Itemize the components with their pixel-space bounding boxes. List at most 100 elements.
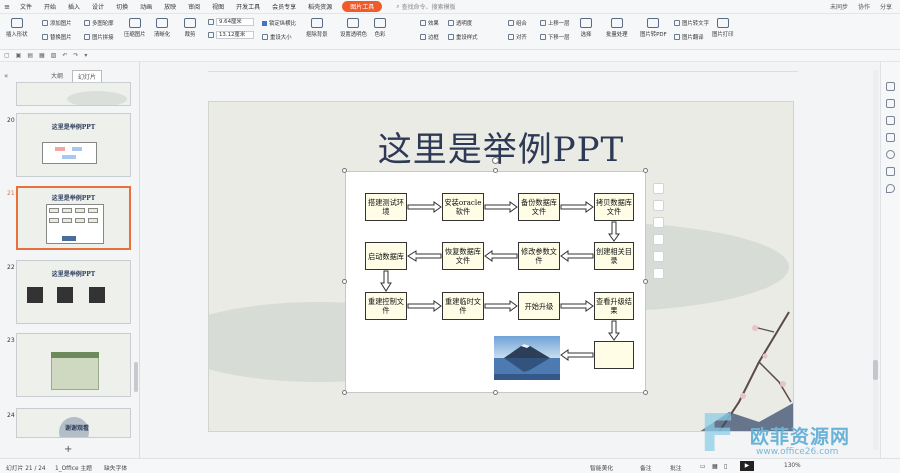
scrollbar-thumb[interactable]	[873, 360, 878, 380]
slide-title[interactable]: 这里是举例PPT	[209, 122, 793, 171]
theme-name[interactable]: 1_Office 主题	[55, 463, 92, 472]
sharpen-button[interactable]: 清晰化	[154, 18, 170, 38]
print-button[interactable]: 图片打印	[712, 18, 734, 38]
replace-image-button[interactable]: 替换图片	[42, 33, 72, 41]
slide-thumb-21[interactable]: 这里是举例PPT	[16, 186, 131, 250]
select-tool-icon[interactable]	[886, 82, 895, 91]
image-combine-button[interactable]: 图片拼接	[84, 33, 114, 41]
lock-ratio-checkbox[interactable]: 锁定纵横比	[262, 19, 296, 27]
transparency-button[interactable]: 透明度	[448, 19, 472, 27]
to-pdf-button[interactable]: 图片转PDF	[640, 18, 667, 38]
tab-image-tools[interactable]: 图片工具	[342, 1, 383, 12]
hamburger-icon[interactable]: ≡	[0, 3, 14, 11]
pin-icon[interactable]	[886, 133, 895, 142]
resize-handle-e[interactable]	[643, 279, 648, 284]
settings-icon[interactable]	[886, 167, 895, 176]
color-button[interactable]: 色彩	[374, 18, 386, 38]
resize-handle-w[interactable]	[342, 279, 347, 284]
width-field[interactable]: 9.64厘米	[208, 18, 254, 26]
menu-file[interactable]: 文件	[14, 2, 38, 11]
style-icon[interactable]	[886, 116, 895, 125]
align-button[interactable]: 对齐	[508, 33, 527, 41]
share-button[interactable]: 分享	[880, 2, 892, 11]
print-quick-icon[interactable]: ▦	[39, 52, 45, 59]
watermark-f-logo: F	[700, 404, 736, 464]
flowchart-image[interactable]: 搭建测试环境 安装oracle软件 备份数据库文件 拷贝数据库文件 启动数据库 …	[345, 171, 646, 393]
menu-animation[interactable]: 动画	[134, 2, 158, 11]
resize-handle-se[interactable]	[643, 390, 648, 395]
menu-slideshow[interactable]: 放映	[158, 2, 182, 11]
collaborate-button[interactable]: 协作	[858, 2, 870, 11]
remove-bg-button[interactable]: 抠除背景	[306, 18, 328, 38]
resize-handle-ne[interactable]	[643, 168, 648, 173]
border-button[interactable]: 边框	[420, 33, 439, 41]
set-transparent-button[interactable]: 设置透明色	[340, 18, 367, 38]
menu-view[interactable]: 视图	[206, 2, 230, 11]
insert-shape-button[interactable]: 插入形状	[6, 18, 28, 38]
translate-icon	[674, 34, 680, 40]
menu-docer[interactable]: 稻壳资源	[302, 2, 338, 11]
crop-button[interactable]: 裁剪	[184, 18, 196, 38]
resize-handle-sw[interactable]	[342, 390, 347, 395]
menu-home[interactable]: 开始	[38, 2, 62, 11]
edit-image-icon[interactable]	[653, 183, 664, 194]
redo-icon[interactable]: ↷	[73, 52, 78, 59]
preview-icon[interactable]: ▧	[51, 52, 57, 59]
open-icon[interactable]: ▣	[16, 52, 22, 59]
thumb-table-header	[51, 352, 99, 358]
resize-handle-n[interactable]	[493, 168, 498, 173]
collapse-panel-icon[interactable]: «	[4, 72, 8, 80]
panel-scrollbar[interactable]	[134, 362, 138, 392]
resize-handle-nw[interactable]	[342, 168, 347, 173]
menu-developer[interactable]: 开发工具	[230, 2, 266, 11]
menu-design[interactable]: 设计	[86, 2, 110, 11]
add-image-button[interactable]: 添加图片	[42, 19, 72, 27]
properties-icon[interactable]	[886, 99, 895, 108]
more-options-icon[interactable]	[653, 268, 664, 279]
add-slide-button[interactable]: +	[64, 444, 72, 455]
compress-button[interactable]: 压缩图片	[124, 18, 146, 38]
select-button[interactable]: 选择	[580, 18, 592, 38]
undo-icon[interactable]: ↶	[62, 52, 67, 59]
canvas-scrollbar[interactable]	[873, 70, 878, 450]
multi-outline-button[interactable]: 多图轮廓	[84, 19, 114, 27]
to-text-button[interactable]: 图片转文字	[674, 19, 709, 27]
reset-style-button[interactable]: 重设样式	[448, 33, 478, 41]
reset-size-button[interactable]: 重设大小	[262, 33, 292, 41]
smart-beautify-button[interactable]: 智能美化	[590, 463, 613, 472]
send-backward-button[interactable]: 下移一层	[540, 33, 570, 41]
thumb-thanks: 谢谢观看	[65, 425, 90, 432]
menu-insert[interactable]: 插入	[62, 2, 86, 11]
translate-button[interactable]: 图片翻译	[674, 33, 704, 41]
slide-thumb-24[interactable]: 谢谢观看	[16, 408, 131, 438]
location-icon[interactable]	[886, 184, 895, 193]
layers-icon[interactable]	[653, 200, 664, 211]
more-icon[interactable]: ▾	[84, 52, 87, 59]
combine-button[interactable]: 组合	[508, 19, 527, 27]
zoom-icon[interactable]	[653, 217, 664, 228]
notes-button[interactable]: 备注	[640, 463, 652, 472]
height-field[interactable]: 13.12厘米	[208, 31, 254, 39]
menu-review[interactable]: 审阅	[182, 2, 206, 11]
slide-thumb-19[interactable]	[16, 82, 131, 106]
crop-float-icon[interactable]	[653, 251, 664, 262]
slide-thumb-22[interactable]: 这里是举例PPT	[16, 260, 131, 324]
slide-thumb-20[interactable]: 这里是举例PPT	[16, 113, 131, 177]
effect-float-icon[interactable]	[653, 234, 664, 245]
sync-status[interactable]: 未同步	[830, 2, 848, 11]
right-sidebar	[880, 62, 900, 458]
menu-transition[interactable]: 切换	[110, 2, 134, 11]
comments-button[interactable]: 批注	[670, 463, 682, 472]
save-icon[interactable]: ▤	[27, 52, 33, 59]
bring-forward-button[interactable]: 上移一层	[540, 19, 570, 27]
missing-font-indicator[interactable]: 缺失字体	[104, 463, 127, 472]
menu-member[interactable]: 会员专享	[266, 2, 302, 11]
slide-thumb-23[interactable]	[16, 333, 131, 397]
resize-handle-s[interactable]	[493, 390, 498, 395]
new-icon[interactable]: ▢	[4, 52, 10, 59]
effect-button[interactable]: 效果	[420, 19, 439, 27]
command-search[interactable]: ⌕ 查找命令、搜索模板	[396, 2, 455, 12]
rotate-handle[interactable]	[492, 157, 499, 164]
help-icon[interactable]	[886, 150, 895, 159]
batch-button[interactable]: 批量处理	[606, 18, 628, 38]
